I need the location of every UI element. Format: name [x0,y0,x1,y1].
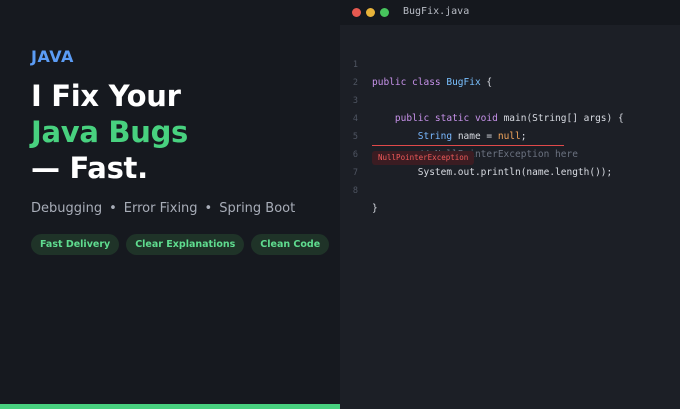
close-window-icon[interactable] [352,8,361,17]
code-line: 1 public class BugFix { [340,38,680,88]
headline: I Fix Your Java Bugs — Fast. [31,78,188,186]
code-line: 4 String name = null; [340,92,680,142]
hero-panel: JAVA I Fix Your Java Bugs — Fast. Debugg… [0,0,340,409]
pill-clean-code[interactable]: Clean Code [251,234,330,255]
separator: • [109,201,117,216]
services-list: Debugging • Error Fixing • Spring Boot [31,201,295,216]
code-line: 2 [340,56,680,88]
separator: • [204,201,213,216]
code-token: } [372,203,378,214]
minimize-window-icon[interactable] [366,8,375,17]
code-editor: BugFix.java 1 public class BugFix { 2 3 … [340,0,680,409]
code-line: 6 System.out.println(name.length()); [340,128,680,178]
error-badge: NullPointerException [372,151,475,165]
pill-fast-delivery[interactable]: Fast Delivery [31,234,120,255]
headline-line-1: I Fix Your [31,79,181,113]
headline-line-2: Java Bugs [31,115,188,149]
service-item: Debugging [31,201,103,216]
error-underline [372,145,564,146]
file-tab[interactable]: BugFix.java [403,6,469,17]
feature-pills: Fast Delivery Clear Explanations Clean C… [31,234,330,255]
editor-titlebar: BugFix.java [340,0,680,25]
service-item: Error Fixing [123,201,198,216]
code-line: 5 // NullPointerException here [340,110,680,160]
line-number: 8 [352,186,358,196]
language-tag: JAVA [31,47,74,66]
code-line: 8 } [340,164,680,214]
accent-bar [0,404,340,409]
headline-line-3: — Fast. [31,151,148,185]
service-item: Spring Boot [219,201,296,216]
pill-clear-explanations[interactable]: Clear Explanations [126,234,245,255]
code-line: 3 public static void main(String[] args)… [340,74,680,124]
maximize-window-icon[interactable] [380,8,389,17]
